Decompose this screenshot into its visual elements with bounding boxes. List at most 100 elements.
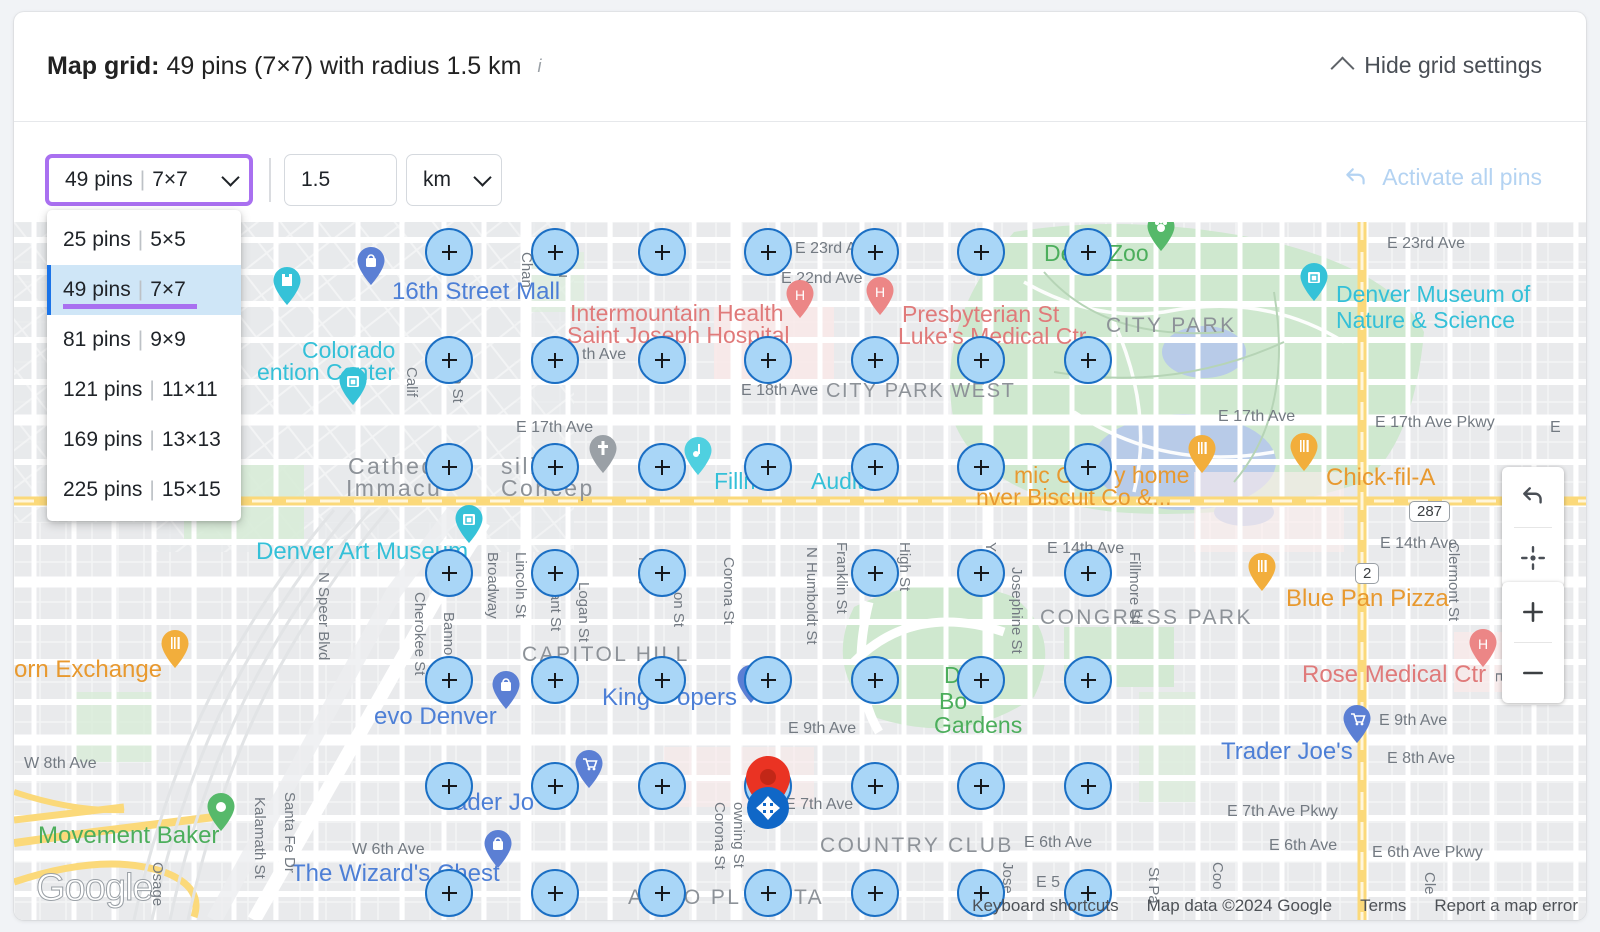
grid-pin[interactable] <box>744 869 792 917</box>
grid-pin[interactable] <box>851 549 899 597</box>
grid-pin[interactable] <box>425 656 473 704</box>
grid-pin[interactable] <box>638 762 686 810</box>
chevron-down-icon <box>221 168 239 186</box>
grid-pin[interactable] <box>851 228 899 276</box>
grid-pin[interactable] <box>425 443 473 491</box>
map-zoom-in-button[interactable] <box>1502 582 1564 642</box>
grid-settings-toolbar: 49 pins | 7×7 km Activate all pins <box>14 122 1586 222</box>
grid-size-option[interactable]: 225 pins|15×15 <box>47 465 241 515</box>
grid-pin[interactable] <box>638 443 686 491</box>
grid-pin[interactable] <box>531 228 579 276</box>
grid-pin[interactable] <box>957 656 1005 704</box>
grid-pin[interactable] <box>957 228 1005 276</box>
grid-pin[interactable] <box>1064 228 1112 276</box>
grid-pin[interactable] <box>531 869 579 917</box>
grid-pin[interactable] <box>425 762 473 810</box>
grid-pin[interactable] <box>531 336 579 384</box>
option-pins: 81 pins <box>63 328 131 352</box>
grid-pin[interactable] <box>531 762 579 810</box>
report-error-link[interactable]: Report a map error <box>1434 896 1578 916</box>
option-pins: 121 pins <box>63 378 142 402</box>
page-title-label: Map grid: <box>47 52 160 80</box>
grid-size-separator: | <box>140 168 145 192</box>
keyboard-shortcuts-label[interactable]: Keyboard shortcuts <box>972 896 1118 916</box>
grid-pin[interactable] <box>638 336 686 384</box>
hide-grid-settings-button[interactable]: Hide grid settings <box>1334 52 1542 79</box>
option-pins: 25 pins <box>63 228 131 252</box>
chevron-up-icon <box>1331 56 1355 80</box>
option-separator: | <box>138 328 143 352</box>
grid-pin[interactable] <box>1064 443 1112 491</box>
page-title-value: 49 pins (7×7) with radius 1.5 km <box>166 52 521 80</box>
grid-pin[interactable] <box>957 336 1005 384</box>
grid-size-option[interactable]: 121 pins|11×11 <box>47 365 241 415</box>
grid-size-option[interactable]: 169 pins|13×13 <box>47 415 241 465</box>
grid-pin[interactable] <box>425 869 473 917</box>
map-controls-top <box>1502 467 1564 588</box>
grid-pin[interactable] <box>1064 336 1112 384</box>
grid-pin[interactable] <box>531 443 579 491</box>
map-data-label: Map data ©2024 Google <box>1147 896 1333 916</box>
grid-size-value: 49 pins <box>65 168 133 192</box>
hide-grid-settings-label: Hide grid settings <box>1364 52 1542 79</box>
info-icon[interactable]: i <box>537 56 541 77</box>
grid-size-dropdown-list: 25 pins|5×549 pins|7×781 pins|9×9121 pin… <box>47 215 241 515</box>
radius-input[interactable] <box>284 154 397 206</box>
grid-pin[interactable] <box>425 228 473 276</box>
grid-pin[interactable] <box>425 336 473 384</box>
option-dimensions: 15×15 <box>162 478 221 502</box>
map-canvas[interactable]: 16th Street MallColoradoention CenterInt… <box>14 222 1586 920</box>
grid-size-dropdown: 25 pins|5×549 pins|7×781 pins|9×9121 pin… <box>47 210 241 521</box>
activate-all-pins-button[interactable]: Activate all pins <box>1343 164 1542 191</box>
option-separator: | <box>149 428 154 452</box>
grid-size-option[interactable]: 81 pins|9×9 <box>47 315 241 365</box>
grid-pin[interactable] <box>851 656 899 704</box>
grid-pin[interactable] <box>957 443 1005 491</box>
grid-pin[interactable] <box>638 656 686 704</box>
map-recenter-button[interactable] <box>1502 528 1564 588</box>
grid-pin[interactable] <box>1064 549 1112 597</box>
grid-pin[interactable] <box>531 656 579 704</box>
grid-pin[interactable] <box>1064 656 1112 704</box>
grid-pin[interactable] <box>638 228 686 276</box>
option-pins: 49 pins <box>63 278 131 302</box>
grid-pin[interactable] <box>744 443 792 491</box>
option-dimensions: 11×11 <box>162 378 218 402</box>
option-pins: 225 pins <box>63 478 142 502</box>
map-undo-button[interactable] <box>1502 467 1564 527</box>
grid-pin[interactable] <box>957 762 1005 810</box>
toolbar-divider <box>269 158 271 202</box>
grid-pin[interactable] <box>425 549 473 597</box>
grid-pin[interactable] <box>638 549 686 597</box>
chevron-down-icon <box>473 168 491 186</box>
grid-pin[interactable] <box>851 762 899 810</box>
grid-size-option[interactable]: 25 pins|5×5 <box>47 215 241 265</box>
grid-pin[interactable] <box>851 336 899 384</box>
grid-size-select-inner: 49 pins | 7×7 <box>49 158 249 202</box>
map-zoom-out-button[interactable] <box>1502 643 1564 703</box>
grid-pin[interactable] <box>744 336 792 384</box>
option-dimensions: 13×13 <box>162 428 221 452</box>
card-header: Map grid: 49 pins (7×7) with radius 1.5 … <box>14 12 1586 122</box>
option-separator: | <box>138 228 143 252</box>
crosshair-icon <box>1520 545 1546 571</box>
grid-pin[interactable] <box>851 443 899 491</box>
grid-size-option[interactable]: 49 pins|7×7 <box>47 265 241 315</box>
grid-pin[interactable] <box>957 549 1005 597</box>
map-background <box>14 222 1586 920</box>
plus-icon <box>1520 599 1546 625</box>
radius-unit-select[interactable]: km <box>406 154 502 206</box>
grid-pin[interactable] <box>531 549 579 597</box>
undo-icon <box>1520 484 1546 510</box>
grid-pin[interactable] <box>1064 762 1112 810</box>
minus-icon <box>1520 660 1546 686</box>
grid-pin[interactable] <box>638 869 686 917</box>
option-dimensions: 7×7 <box>150 278 186 302</box>
map-center-marker[interactable] <box>743 754 793 830</box>
grid-size-select[interactable]: 49 pins | 7×7 <box>45 154 253 206</box>
grid-size-dimensions: 7×7 <box>152 168 188 192</box>
grid-pin[interactable] <box>851 869 899 917</box>
grid-pin[interactable] <box>744 228 792 276</box>
grid-pin[interactable] <box>744 656 792 704</box>
terms-link[interactable]: Terms <box>1360 896 1406 916</box>
